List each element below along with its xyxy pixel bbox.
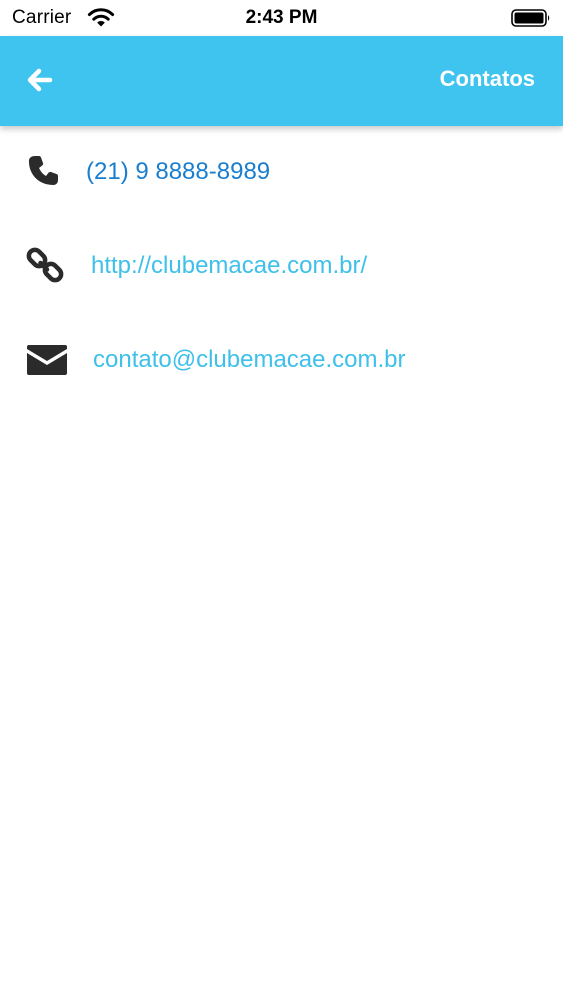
phone-number-link[interactable]: (21) 9 8888-8989 [86,158,270,186]
status-bar: Carrier 2:43 PM [0,0,563,36]
page-title: Contatos [439,66,535,91]
contact-item-email[interactable]: contato@clubemacae.com.br [0,332,563,392]
envelope-icon [27,345,67,375]
arrow-left-icon [27,68,53,92]
contact-item-website[interactable]: http://clubemacae.com.br/ [0,238,563,298]
battery-icon [511,9,550,27]
app-header: Contatos [0,36,563,126]
status-time: 2:43 PM [245,7,318,28]
contact-item-phone[interactable]: (21) 9 8888-8989 [0,145,563,205]
website-link[interactable]: http://clubemacae.com.br/ [91,252,367,280]
back-button[interactable] [20,62,60,98]
link-icon [26,247,64,283]
contacts-screen: Carrier 2:43 PM Contatos (21) 9 8888-898… [0,0,563,1000]
email-link[interactable]: contato@clubemacae.com.br [93,346,406,374]
phone-icon [28,156,58,185]
